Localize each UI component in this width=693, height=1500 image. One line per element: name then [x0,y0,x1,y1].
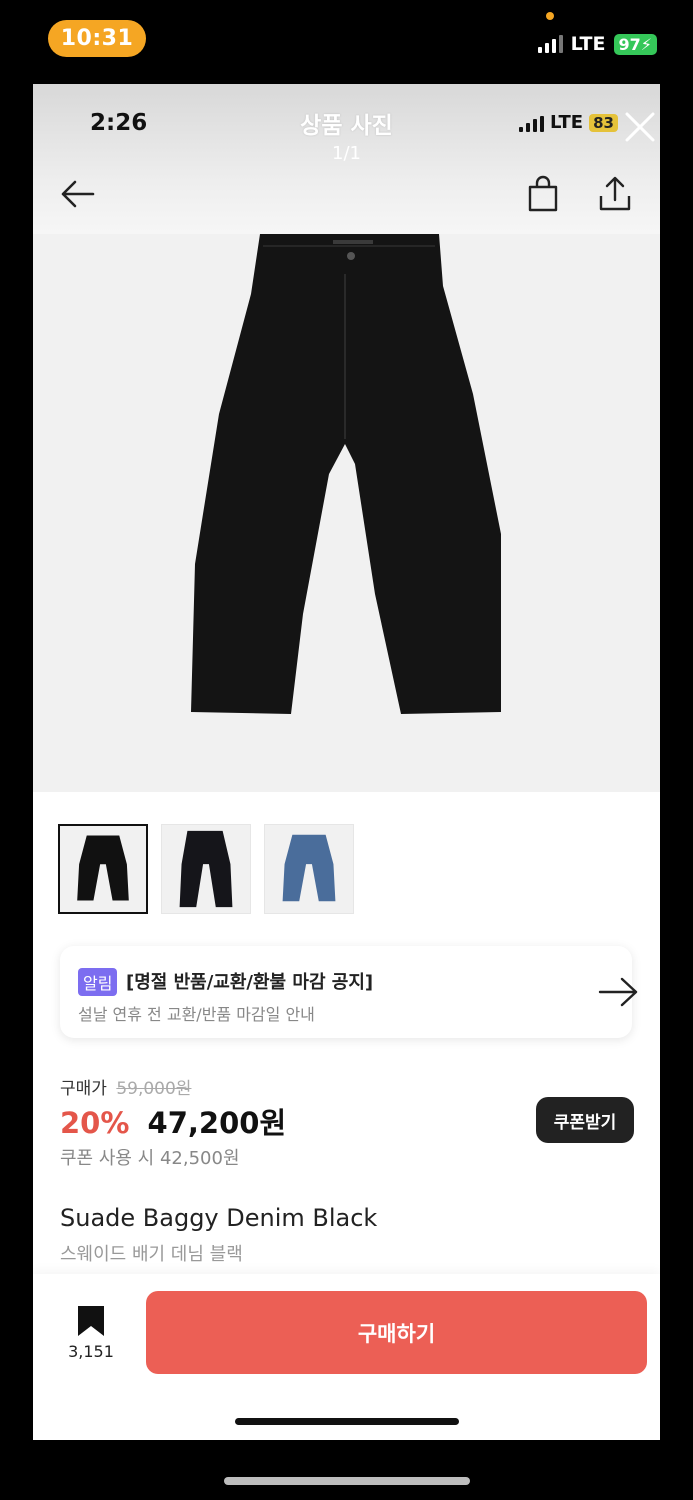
app-screenshot: 2:26 상품 사진 1/1 LTE 83 알림 [명절 반품/교환/환불 마감… [33,84,660,1440]
photo-counter: 1/1 [332,143,361,164]
price-label-row: 구매가 59,000원 [60,1074,191,1099]
battery-icon: 97⚡ [613,33,657,55]
product-name-ko: 스웨이드 배기 데님 블랙 [60,1244,243,1265]
bottom-action-bar: 3,151 구매하기 [33,1274,660,1440]
home-indicator[interactable] [224,1477,470,1485]
thumbnail-pants-image [77,835,129,901]
product-name-en: Suade Baggy Denim Black [60,1204,378,1232]
arrow-right-icon [598,977,638,1007]
original-price: 59,000원 [116,1079,192,1099]
inner-battery: 83 [589,113,618,132]
device-network: LTE [570,33,606,55]
thumbnail-3[interactable] [264,824,354,914]
price-row: 20% 47,200원 [60,1100,286,1142]
inner-status-right: LTE 83 [519,112,618,133]
discount-rate: 20% [60,1106,130,1140]
buy-button[interactable]: 구매하기 [146,1291,647,1374]
close-icon[interactable] [623,110,657,144]
notice-banner[interactable]: 알림 [명절 반품/교환/환불 마감 공지] 설날 연휴 전 교환/반품 마감일… [60,946,638,1038]
photo-viewer-header: 2:26 상품 사진 1/1 LTE 83 [33,84,660,234]
device-time: 10:31 [48,20,146,57]
inner-network: LTE [550,112,584,133]
thumbnail-1[interactable] [58,824,148,914]
thumbnail-2[interactable] [161,824,251,914]
notice-title: [명절 반품/교환/환불 마감 공지] [126,972,374,993]
notice-badge: 알림 [78,968,118,996]
current-price: 47,200원 [147,1106,287,1140]
pants-image [191,234,501,714]
share-icon[interactable] [595,174,635,214]
notice-subtitle: 설날 연휴 전 교환/반품 마감일 안내 [78,1005,315,1024]
inner-signal-icon [519,114,544,132]
wishlist-button[interactable]: 3,151 [63,1304,119,1361]
device-battery: 97 [618,34,641,54]
back-arrow-icon[interactable] [57,174,97,214]
inner-home-indicator [235,1418,459,1425]
shopping-bag-icon[interactable] [523,174,563,214]
coupon-price: 쿠폰 사용 시 42,500원 [60,1148,240,1169]
bookmark-icon [78,1306,104,1336]
thumbnail-pants-image [282,834,336,902]
wish-count: 3,151 [68,1342,114,1361]
thumbnail-strip [58,824,354,914]
thumbnail-pants-image [179,830,233,908]
price-label: 구매가 [60,1079,107,1099]
mic-indicator-dot [546,12,554,20]
device-status-right: LTE 97⚡ [537,33,657,55]
coupon-button[interactable]: 쿠폰받기 [536,1097,634,1143]
signal-icon [537,35,563,53]
product-image[interactable] [33,234,660,792]
